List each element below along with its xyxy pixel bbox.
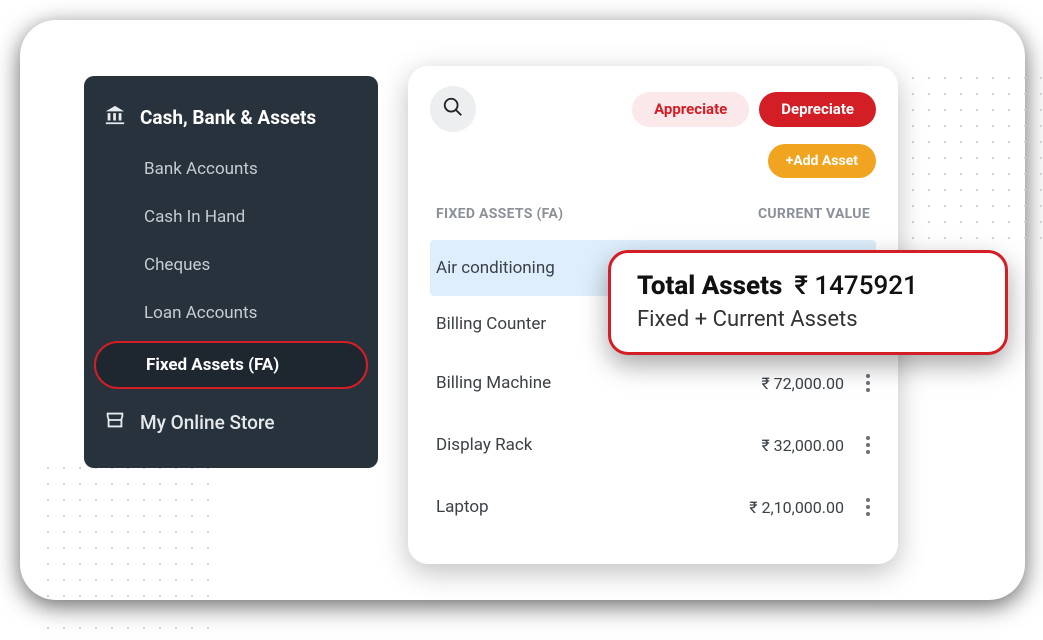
decor-dots-bottom <box>40 460 220 640</box>
table-col-value: CURRENT VALUE <box>758 206 870 222</box>
asset-value: ₹ 72,000.00 <box>761 374 844 393</box>
total-assets-callout: Total Assets ₹ 1475921 Fixed + Current A… <box>608 250 1008 355</box>
sidebar-item-label: Loan Accounts <box>144 303 257 323</box>
callout-subtext: Fixed + Current Assets <box>637 307 979 332</box>
asset-value: ₹ 32,000.00 <box>761 436 844 455</box>
search-icon <box>442 96 464 122</box>
asset-value: ₹ 2,10,000.00 <box>749 498 844 517</box>
asset-name: Display Rack <box>436 435 761 455</box>
callout-label: Total Assets <box>637 271 782 301</box>
asset-name: Laptop <box>436 497 749 517</box>
add-asset-row: +Add Asset <box>430 144 876 178</box>
sidebar-item-label: Cash In Hand <box>144 207 245 227</box>
sidebar-item-4[interactable]: Fixed Assets (FA) <box>94 341 368 389</box>
add-asset-button[interactable]: +Add Asset <box>768 144 876 178</box>
callout-value: ₹ 1475921 <box>794 271 917 301</box>
sidebar-item-label: Fixed Assets (FA) <box>146 355 279 375</box>
table-col-name: FIXED ASSETS (FA) <box>436 206 563 222</box>
kebab-icon[interactable] <box>862 370 870 396</box>
search-button[interactable] <box>430 86 476 132</box>
sidebar-header-label: Cash, Bank & Assets <box>140 106 316 129</box>
decor-dots-top <box>905 70 1043 250</box>
bank-icon <box>104 104 126 131</box>
asset-value-cell: ₹ 72,000.00 <box>761 370 870 396</box>
sidebar-footer[interactable]: My Online Store <box>84 395 378 450</box>
sidebar-header[interactable]: Cash, Bank & Assets <box>84 90 378 145</box>
asset-value-cell: ₹ 32,000.00 <box>761 432 870 458</box>
sidebar-item-2[interactable]: Cheques <box>84 241 378 289</box>
app-card: Cash, Bank & Assets Bank Accounts Cash In… <box>20 20 1025 600</box>
sidebar-item-3[interactable]: Loan Accounts <box>84 289 378 337</box>
depreciate-button[interactable]: Depreciate <box>759 92 876 127</box>
sidebar-footer-label: My Online Store <box>140 411 275 434</box>
table-header: FIXED ASSETS (FA) CURRENT VALUE <box>430 206 876 222</box>
store-icon <box>104 409 126 436</box>
sidebar-item-1[interactable]: Cash In Hand <box>84 193 378 241</box>
action-buttons: Appreciate Depreciate <box>632 92 876 127</box>
kebab-icon[interactable] <box>862 494 870 520</box>
kebab-icon[interactable] <box>862 432 870 458</box>
asset-value-cell: ₹ 2,10,000.00 <box>749 494 870 520</box>
panel-toolbar: Appreciate Depreciate <box>430 86 876 132</box>
appreciate-button[interactable]: Appreciate <box>632 92 749 127</box>
table-row[interactable]: Display Rack₹ 32,000.00 <box>430 414 876 476</box>
asset-name: Billing Machine <box>436 373 761 393</box>
table-row[interactable]: Laptop₹ 2,10,000.00 <box>430 476 876 538</box>
sidebar-item-0[interactable]: Bank Accounts <box>84 145 378 193</box>
table-row[interactable]: Billing Machine₹ 72,000.00 <box>430 352 876 414</box>
sidebar-item-label: Bank Accounts <box>144 159 258 179</box>
sidebar: Cash, Bank & Assets Bank Accounts Cash In… <box>84 76 378 468</box>
sidebar-item-label: Cheques <box>144 255 210 275</box>
